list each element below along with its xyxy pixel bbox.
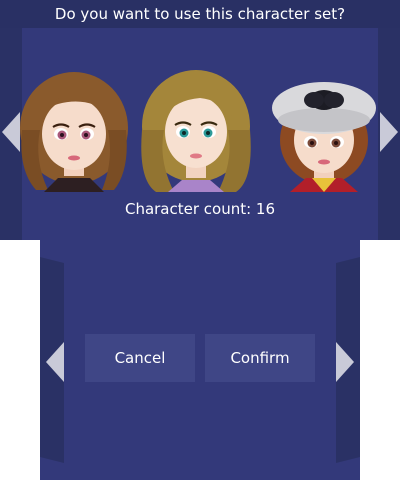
character-portraits <box>18 70 382 192</box>
character-face-brown-hair <box>20 72 128 192</box>
bottom-right-arrow-icon[interactable] <box>336 342 354 382</box>
character-face-golden-hair <box>141 70 251 192</box>
bottom-left-arrow-icon[interactable] <box>46 342 64 382</box>
confirm-button[interactable]: Confirm <box>205 334 315 382</box>
dialog-question: Do you want to use this character set? <box>0 0 400 28</box>
character-count: Character count: 16 <box>124 200 276 218</box>
bottom-screen: Cancel Confirm <box>40 240 360 480</box>
top-right-arrow-icon[interactable] <box>380 112 398 152</box>
character-portrait[interactable] <box>268 70 380 192</box>
top-screen: Do you want to use this character set? C… <box>0 0 400 240</box>
character-portrait[interactable] <box>18 70 130 192</box>
cancel-button[interactable]: Cancel <box>85 334 195 382</box>
character-face-beret <box>272 82 376 192</box>
character-portrait[interactable] <box>140 70 252 192</box>
